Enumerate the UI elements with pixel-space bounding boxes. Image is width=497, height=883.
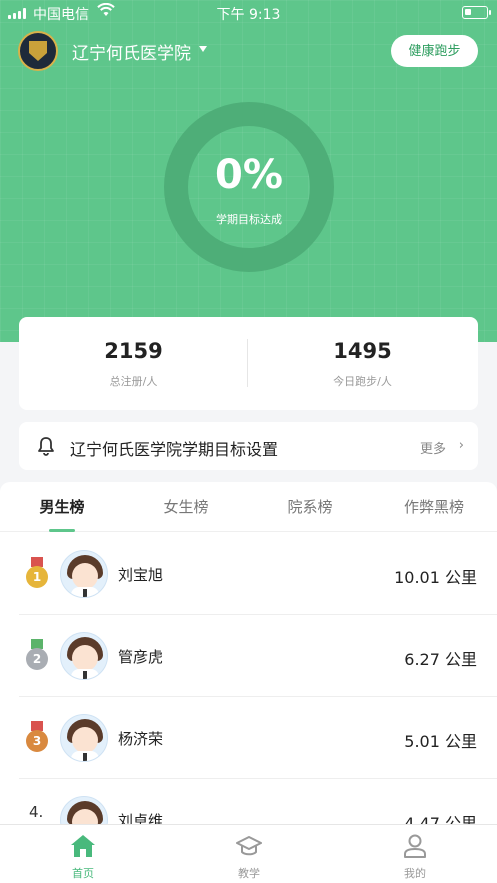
active-tab-indicator — [49, 529, 75, 532]
leaderboard-panel: 男生榜 女生榜 院系榜 作弊黑榜 1 刘宝旭 10.01 公里 2 管彦虎 6.… — [0, 482, 497, 844]
avatar[interactable] — [60, 550, 108, 598]
stat-label: 今日跑步/人 — [333, 375, 392, 388]
goal-progress-percent: 0% — [215, 152, 283, 198]
leaderboard-row[interactable]: 2 管彦虎 6.27 公里 — [0, 615, 497, 697]
graduation-cap-icon — [235, 833, 263, 859]
goal-progress-label: 学期目标达成 — [216, 213, 282, 226]
runner-name: 杨济荣 — [118, 730, 164, 748]
tab-male[interactable]: 男生榜 — [0, 496, 124, 517]
bottom-nav: 首页 教学 我的 — [0, 824, 497, 883]
tab-cheat-blacklist[interactable]: 作弊黑榜 — [372, 496, 496, 517]
stat-label: 总注册/人 — [109, 375, 158, 388]
stat-total-registered: 2159 总注册/人 — [19, 339, 248, 389]
runner-name: 刘宝旭 — [118, 566, 164, 584]
health-run-button[interactable]: 健康跑步 — [391, 35, 478, 67]
runner-distance: 6.27 公里 — [404, 650, 477, 669]
nav-label: 首页 — [72, 867, 94, 880]
stat-value: 2159 — [104, 339, 163, 363]
goal-setting-notice[interactable]: 辽宁何氏医学院学期目标设置 更多 › — [19, 422, 478, 470]
nav-teaching[interactable]: 教学 — [166, 825, 332, 883]
runner-distance: 10.01 公里 — [394, 568, 477, 587]
clock: 下午 9:13 — [216, 7, 281, 23]
avatar[interactable] — [60, 714, 108, 762]
battery-icon — [462, 6, 491, 19]
home-icon — [69, 833, 97, 859]
leaderboard-row[interactable]: 3 杨济荣 5.01 公里 — [0, 697, 497, 779]
stat-today-running: 1495 今日跑步/人 — [248, 339, 477, 389]
chevron-right-icon[interactable]: › — [459, 438, 464, 453]
user-icon — [401, 833, 429, 859]
status-bar: 中国电信 下午 9:13 — [0, 0, 497, 26]
stats-card: 2159 总注册/人 1495 今日跑步/人 — [19, 317, 478, 410]
bell-icon — [36, 436, 56, 460]
runner-distance: 5.01 公里 — [404, 732, 477, 751]
chevron-down-icon[interactable] — [199, 46, 207, 52]
school-name-selector[interactable]: 辽宁何氏医学院 — [72, 39, 191, 64]
nav-mine[interactable]: 我的 — [332, 825, 497, 883]
tab-department[interactable]: 院系榜 — [248, 496, 372, 517]
nav-label: 教学 — [238, 867, 260, 880]
stat-value: 1495 — [333, 339, 392, 363]
bronze-medal-icon: 3 — [25, 721, 49, 755]
silver-medal-icon: 2 — [25, 639, 49, 673]
gold-medal-icon: 1 — [25, 557, 49, 591]
leaderboard-row[interactable]: 1 刘宝旭 10.01 公里 — [0, 533, 497, 615]
notice-text: 辽宁何氏医学院学期目标设置 — [70, 440, 279, 459]
school-logo[interactable] — [18, 31, 58, 71]
more-link[interactable]: 更多 — [420, 438, 446, 457]
tab-female[interactable]: 女生榜 — [124, 496, 248, 517]
nav-label: 我的 — [404, 867, 426, 880]
leaderboard-tabs: 男生榜 女生榜 院系榜 作弊黑榜 — [0, 482, 497, 532]
runner-name: 管彦虎 — [118, 648, 164, 666]
nav-home[interactable]: 首页 — [0, 825, 166, 883]
rank-number: 4. — [29, 803, 44, 821]
avatar[interactable] — [60, 632, 108, 680]
